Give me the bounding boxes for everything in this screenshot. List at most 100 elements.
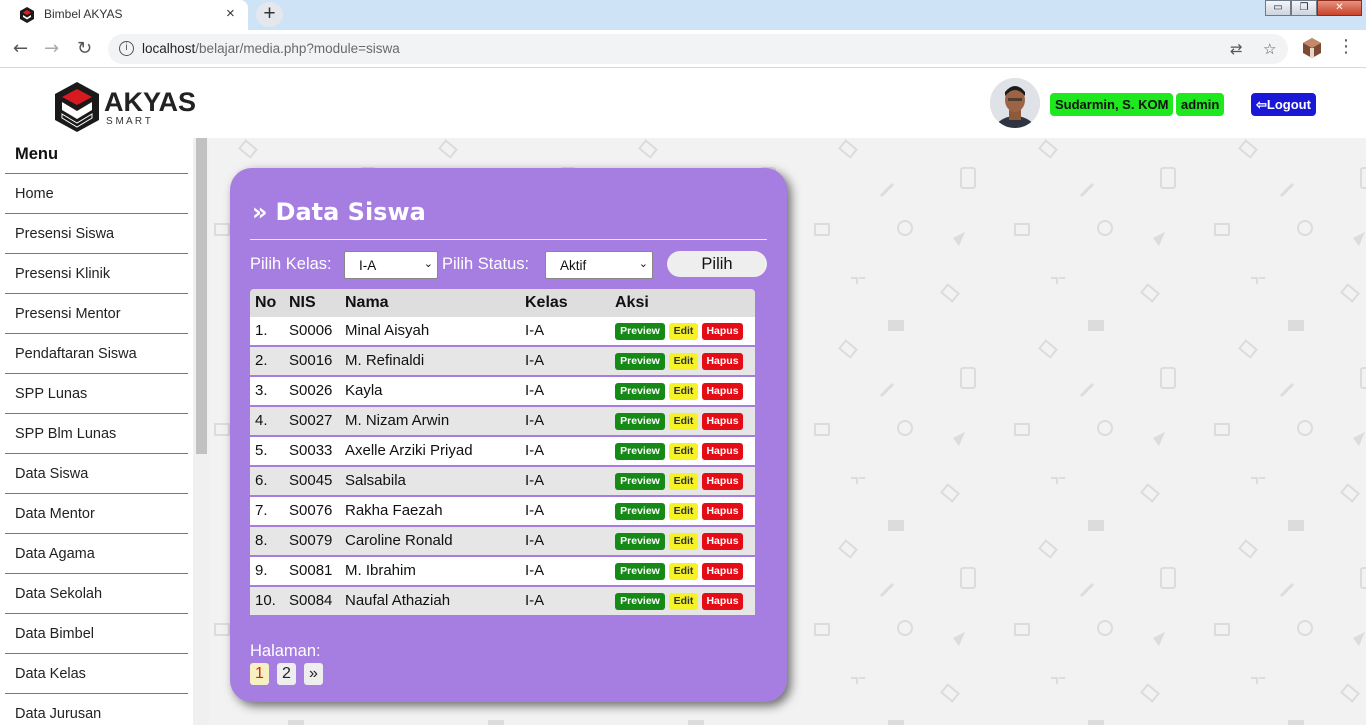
kelas-select[interactable]: I-A ⌄ bbox=[344, 251, 438, 279]
sidebar-scrollbar[interactable] bbox=[193, 138, 209, 725]
edit-button[interactable]: Edit bbox=[669, 472, 698, 490]
tab-close-icon[interactable]: × bbox=[226, 5, 235, 22]
reload-icon[interactable]: ↻ bbox=[77, 38, 92, 59]
cell-aksi: Preview Edit Hapus bbox=[609, 347, 755, 375]
edit-button[interactable]: Edit bbox=[669, 562, 698, 580]
preview-button[interactable]: Preview bbox=[615, 322, 665, 340]
cell-nama: M. Ibrahim bbox=[345, 562, 416, 579]
translate-icon[interactable]: ⇄ bbox=[1230, 40, 1243, 58]
svg-text:AKYAS: AKYAS bbox=[104, 87, 196, 117]
minimize-button[interactable]: ▭ bbox=[1265, 0, 1291, 16]
preview-button[interactable]: Preview bbox=[615, 562, 665, 580]
cell-aksi: Preview Edit Hapus bbox=[609, 317, 755, 345]
preview-button[interactable]: Preview bbox=[615, 382, 665, 400]
preview-button[interactable]: Preview bbox=[615, 442, 665, 460]
page-1-link[interactable]: 1 bbox=[250, 663, 269, 685]
user-avatar[interactable] bbox=[990, 78, 1040, 128]
edit-button[interactable]: Edit bbox=[669, 322, 698, 340]
table-row: 3. S0026 Kayla I-A Preview Edit Hapus bbox=[250, 377, 755, 407]
hapus-button[interactable]: Hapus bbox=[702, 562, 743, 580]
preview-button[interactable]: Preview bbox=[615, 592, 665, 610]
site-favicon-icon bbox=[20, 7, 34, 23]
preview-button[interactable]: Preview bbox=[615, 352, 665, 370]
sidebar-item-spp-lunas[interactable]: SPP Lunas bbox=[5, 373, 188, 413]
logout-icon: ⇦ bbox=[1256, 97, 1267, 112]
cell-kelas: I-A bbox=[525, 562, 545, 579]
cell-kelas: I-A bbox=[525, 382, 545, 399]
browser-tab-strip: Bimbel AKYAS × + ▭ ❐ ✕ bbox=[0, 0, 1366, 30]
edit-button[interactable]: Edit bbox=[669, 502, 698, 520]
hapus-button[interactable]: Hapus bbox=[702, 442, 743, 460]
header-nama: Nama bbox=[345, 294, 389, 311]
header-no: No bbox=[255, 294, 277, 311]
next-page-link[interactable]: » bbox=[304, 663, 323, 685]
edit-button[interactable]: Edit bbox=[669, 592, 698, 610]
hapus-button[interactable]: Hapus bbox=[702, 592, 743, 610]
hapus-button[interactable]: Hapus bbox=[702, 532, 743, 550]
cell-nama: Kayla bbox=[345, 382, 383, 399]
cell-aksi: Preview Edit Hapus bbox=[609, 407, 755, 435]
sidebar-scrollbar-thumb[interactable] bbox=[196, 138, 207, 454]
logout-button[interactable]: ⇦Logout bbox=[1251, 93, 1316, 116]
bookmark-star-icon[interactable]: ☆ bbox=[1263, 40, 1276, 58]
extension-icon[interactable] bbox=[1300, 36, 1324, 60]
site-info-icon[interactable]: i bbox=[119, 41, 134, 56]
hapus-button[interactable]: Hapus bbox=[702, 322, 743, 340]
cell-nis: S0027 bbox=[289, 412, 333, 429]
preview-button[interactable]: Preview bbox=[615, 412, 665, 430]
header-nis: NIS bbox=[289, 294, 316, 311]
sidebar-item-presensi-siswa[interactable]: Presensi Siswa bbox=[5, 213, 188, 253]
sidebar-item-data-siswa[interactable]: Data Siswa bbox=[5, 453, 188, 493]
cell-aksi: Preview Edit Hapus bbox=[609, 377, 755, 405]
preview-button[interactable]: Preview bbox=[615, 472, 665, 490]
hapus-button[interactable]: Hapus bbox=[702, 382, 743, 400]
pilih-button[interactable]: Pilih bbox=[667, 251, 767, 277]
sidebar-item-data-sekolah[interactable]: Data Sekolah bbox=[5, 573, 188, 613]
browser-menu-icon[interactable]: ⋮ bbox=[1337, 36, 1355, 57]
cell-no: 8. bbox=[255, 532, 268, 549]
table-row: 6. S0045 Salsabila I-A Preview Edit Hapus bbox=[250, 467, 755, 497]
cell-nama: Salsabila bbox=[345, 472, 406, 489]
hapus-button[interactable]: Hapus bbox=[702, 352, 743, 370]
cell-nis: S0033 bbox=[289, 442, 333, 459]
url-text: localhost/belajar/media.php?module=siswa bbox=[142, 41, 400, 56]
forward-arrow-icon[interactable]: → bbox=[44, 38, 59, 59]
page-2-link[interactable]: 2 bbox=[277, 663, 296, 685]
edit-button[interactable]: Edit bbox=[669, 412, 698, 430]
preview-button[interactable]: Preview bbox=[615, 532, 665, 550]
sidebar-item-home[interactable]: Home bbox=[5, 173, 188, 213]
menu-list: Home Presensi Siswa Presensi Klinik Pres… bbox=[5, 173, 188, 725]
browser-tab[interactable]: Bimbel AKYAS × bbox=[0, 0, 248, 30]
sidebar-item-data-kelas[interactable]: Data Kelas bbox=[5, 653, 188, 693]
menu-title: Menu bbox=[15, 145, 59, 163]
restore-button[interactable]: ❐ bbox=[1291, 0, 1317, 16]
edit-button[interactable]: Edit bbox=[669, 442, 698, 460]
sidebar-item-data-jurusan[interactable]: Data Jurusan bbox=[5, 693, 188, 725]
preview-button[interactable]: Preview bbox=[615, 502, 665, 520]
cell-no: 1. bbox=[255, 322, 268, 339]
sidebar-item-presensi-mentor[interactable]: Presensi Mentor bbox=[5, 293, 188, 333]
hapus-button[interactable]: Hapus bbox=[702, 502, 743, 520]
sidebar-item-data-mentor[interactable]: Data Mentor bbox=[5, 493, 188, 533]
sidebar-item-spp-blm-lunas[interactable]: SPP Blm Lunas bbox=[5, 413, 188, 453]
new-tab-button[interactable]: + bbox=[256, 2, 283, 27]
hapus-button[interactable]: Hapus bbox=[702, 472, 743, 490]
sidebar-menu: Menu Home Presensi Siswa Presensi Klinik… bbox=[0, 138, 193, 725]
sidebar-item-data-agama[interactable]: Data Agama bbox=[5, 533, 188, 573]
cell-kelas: I-A bbox=[525, 322, 545, 339]
edit-button[interactable]: Edit bbox=[669, 532, 698, 550]
cell-nis: S0026 bbox=[289, 382, 333, 399]
cell-no: 9. bbox=[255, 562, 268, 579]
sidebar-item-presensi-klinik[interactable]: Presensi Klinik bbox=[5, 253, 188, 293]
close-window-button[interactable]: ✕ bbox=[1317, 0, 1362, 16]
status-select[interactable]: Aktif ⌄ bbox=[545, 251, 653, 279]
edit-button[interactable]: Edit bbox=[669, 382, 698, 400]
hapus-button[interactable]: Hapus bbox=[702, 412, 743, 430]
table-header: No NIS Nama Kelas Aksi bbox=[250, 289, 755, 317]
back-arrow-icon[interactable]: ← bbox=[13, 38, 28, 59]
url-input[interactable]: i localhost/belajar/media.php?module=sis… bbox=[108, 34, 1288, 64]
table-body: 1. S0006 Minal Aisyah I-A Preview Edit Hapus 2.… bbox=[250, 317, 755, 617]
edit-button[interactable]: Edit bbox=[669, 352, 698, 370]
sidebar-item-data-bimbel[interactable]: Data Bimbel bbox=[5, 613, 188, 653]
sidebar-item-pendaftaran-siswa[interactable]: Pendaftaran Siswa bbox=[5, 333, 188, 373]
